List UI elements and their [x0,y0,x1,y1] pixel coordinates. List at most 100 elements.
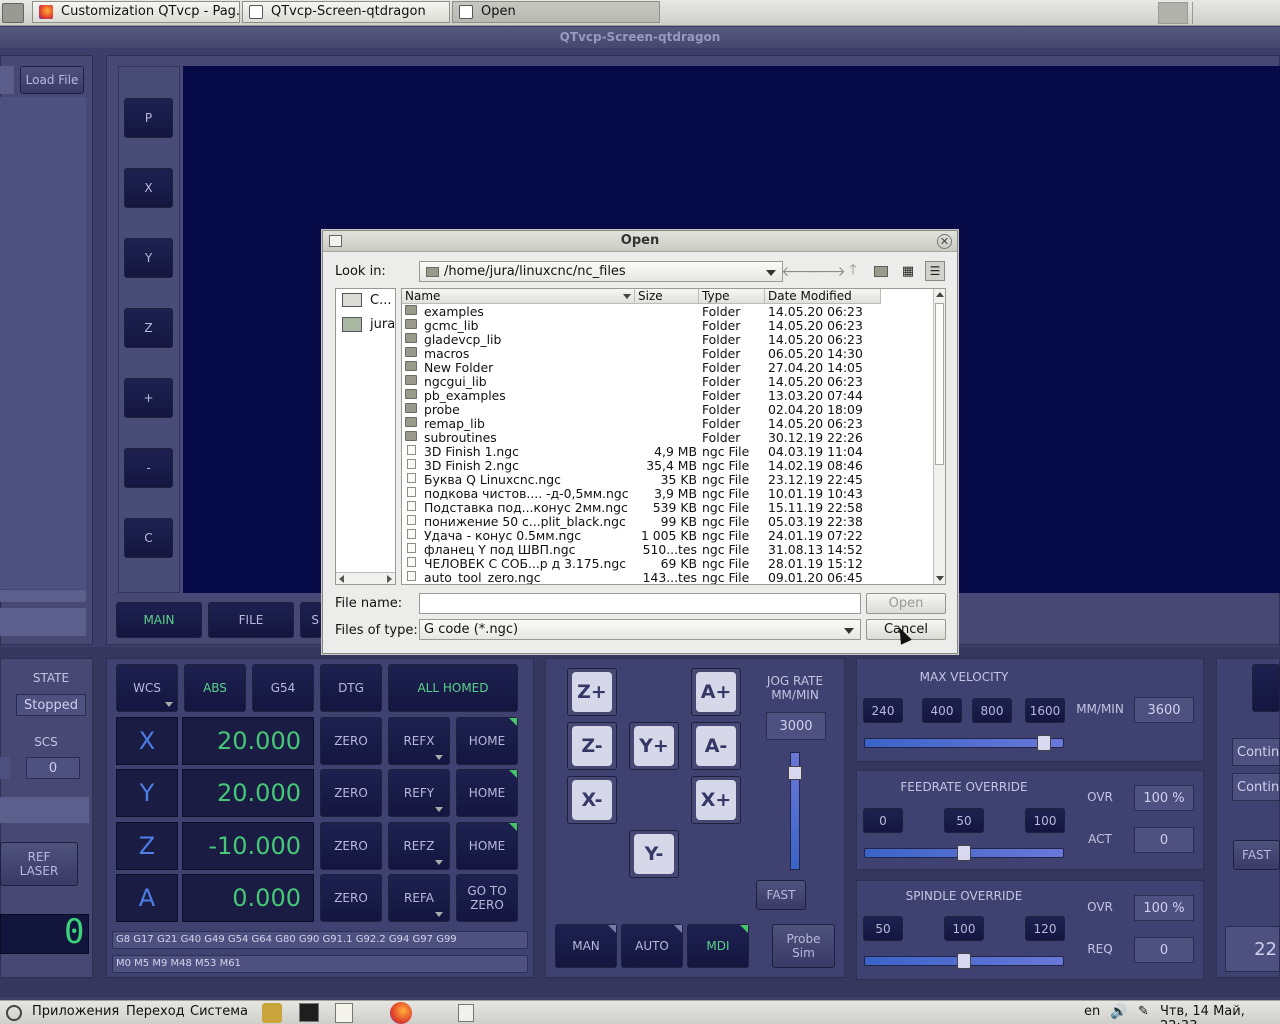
volume-icon[interactable]: 🔊 [1110,1004,1127,1020]
file-row[interactable]: ngcgui_lib Folder 14.05.20 06:23 [402,375,930,389]
right-fast-button[interactable]: FAST [1233,840,1280,870]
back-icon[interactable]: 🡐 [781,261,819,281]
view-y-button[interactable]: Y [124,238,173,278]
axis-y-button[interactable]: Y [116,769,178,817]
list-view-icon[interactable]: ▦ [898,261,918,281]
load-file-button[interactable]: Load File [20,66,84,94]
velocity-preset-240[interactable]: 240 [863,698,903,723]
mode-man-button[interactable]: MAN [555,924,617,968]
velocity-preset-800[interactable]: 800 [972,698,1012,723]
ref-laser-button[interactable]: REF LASER [0,842,78,886]
file-row[interactable]: gladevcp_lib Folder 14.05.20 06:23 [402,333,930,347]
feed-preset-100[interactable]: 100 [1025,808,1065,833]
keyboard-layout[interactable]: en [1084,1004,1100,1019]
ref-y-button[interactable]: REFY [388,769,450,817]
dialog-menu-icon[interactable] [329,235,342,247]
continuous-dropdown-2[interactable]: Continu [1232,773,1280,801]
axis-x-button[interactable]: X [116,717,178,765]
mode-mdi-button[interactable]: MDI [687,924,749,968]
jog-x-plus-button[interactable]: X+ [691,776,741,824]
app-menu-icon[interactable] [2,3,24,23]
left-scrollbar[interactable] [0,590,86,602]
g54-button[interactable]: G54 [252,664,314,712]
linuxcnc-launcher-icon[interactable] [262,1003,282,1023]
file-row[interactable]: pb_examples Folder 13.03.20 07:44 [402,389,930,403]
task-qtdragon[interactable]: QTvcp-Screen-qtdragon [242,1,450,23]
velocity-slider-handle[interactable] [1036,735,1051,751]
ref-z-button[interactable]: REFZ [388,822,450,870]
open-button[interactable]: Open [866,593,946,614]
task-firefox[interactable]: Customization QTvcp - Pag... [32,1,240,23]
view-p-button[interactable]: P [124,98,173,138]
file-row[interactable]: ЧЕЛОВЕК С СОБ...р д 3.175.ngc 69 KB ngc Fi… [402,557,930,571]
column-header-size[interactable]: Size [635,289,699,304]
network-icon[interactable]: ✎ [1138,1004,1149,1019]
velocity-preset-400[interactable]: 400 [922,698,962,723]
jog-y-plus-button[interactable]: Y+ [629,722,679,770]
sidebar-item-home[interactable]: jura [338,315,395,335]
parent-dir-icon[interactable]: 🡑 [843,261,863,281]
file-row[interactable]: Подставка под...конус 2мм.ngc 539 KB ngc F… [402,501,930,515]
jog-rate-slider-handle[interactable] [788,766,802,780]
file-row[interactable]: Буква Q Linuxcnc.ngc 35 KB ngc File 23.12.1… [402,473,930,487]
terminal-launcher-icon[interactable] [299,1003,319,1022]
feed-preset-50[interactable]: 50 [944,808,984,833]
tab-file[interactable]: FILE [208,602,294,638]
tab-settings[interactable]: S [300,602,322,638]
spindle-preset-50[interactable]: 50 [863,916,903,941]
workspace-switcher-2[interactable] [1192,2,1246,24]
file-row[interactable]: фланец Y под ШВП.ngc 510...tes ngc File 31.… [402,543,930,557]
jog-z-minus-button[interactable]: Z- [567,722,617,770]
home-x-button[interactable]: HOME [456,717,518,765]
axis-a-button[interactable]: A [116,874,178,922]
file-row[interactable]: subroutines Folder 30.12.19 22:26 [402,431,930,445]
column-header-date[interactable]: Date Modified [765,289,881,304]
files-of-type-combobox[interactable]: G code (*.ngc) [419,619,861,640]
zero-y-button[interactable]: ZERO [320,769,382,817]
home-z-button[interactable]: HOME [456,822,518,870]
task-open-dialog[interactable]: Open [452,1,660,23]
zoom-out-button[interactable]: - [124,448,173,488]
menu-applications[interactable]: Приложения [32,1004,119,1019]
jog-z-plus-button[interactable]: Z+ [567,668,617,716]
scroll-thumb[interactable] [935,303,944,465]
continuous-dropdown-1[interactable]: Continu [1232,738,1280,766]
forward-icon[interactable]: 🡒 [808,261,846,281]
file-name-input[interactable] [419,593,861,614]
column-header-type[interactable]: Type [699,289,765,304]
dtg-button[interactable]: DTG [320,664,382,712]
close-icon[interactable]: ✕ [937,234,952,249]
velocity-preset-1600[interactable]: 1600 [1025,698,1065,723]
view-z-button[interactable]: Z [124,308,173,348]
zero-x-button[interactable]: ZERO [320,717,382,765]
probe-sim-button[interactable]: Probe Sim [772,924,835,968]
jog-x-minus-button[interactable]: X- [567,776,617,824]
view-x-button[interactable]: X [124,168,173,208]
menu-places[interactable]: Переход [126,1004,185,1019]
editor-launcher-icon[interactable] [335,1003,353,1023]
feed-preset-0[interactable]: 0 [863,808,903,833]
jog-y-minus-button[interactable]: Y- [629,830,679,878]
spindle-preset-120[interactable]: 120 [1025,916,1065,941]
file-row[interactable]: examples Folder 14.05.20 06:23 [402,305,930,319]
clear-button[interactable]: C [124,518,173,558]
file-list-vscrollbar[interactable] [933,289,945,584]
spindle-slider-handle[interactable] [957,953,971,969]
spindle-preset-100[interactable]: 100 [944,916,984,941]
home-y-button[interactable]: HOME [456,769,518,817]
tab-main[interactable]: MAIN [116,602,202,638]
feed-slider-handle[interactable] [957,845,971,861]
workspace-switcher[interactable] [1158,2,1188,24]
sidebar-item-computer[interactable]: C... [338,291,394,311]
abs-button[interactable]: ABS [184,664,246,712]
file-row[interactable]: подкова чистов.... -д-0,5мм.ngc 3,9 MB ngc… [402,487,930,501]
file-row[interactable]: New Folder Folder 27.04.20 14:05 [402,361,930,375]
firefox-launcher-icon[interactable] [390,1002,412,1024]
wcs-button[interactable]: WCS [116,664,178,712]
jog-fast-button[interactable]: FAST [756,880,806,910]
jog-a-minus-button[interactable]: A- [691,722,741,770]
menu-system[interactable]: Система [190,1004,248,1019]
file-row[interactable]: remap_lib Folder 14.05.20 06:23 [402,417,930,431]
goto-zero-a-button[interactable]: GO TO ZERO [456,874,518,922]
ref-a-button[interactable]: REFA [388,874,450,922]
